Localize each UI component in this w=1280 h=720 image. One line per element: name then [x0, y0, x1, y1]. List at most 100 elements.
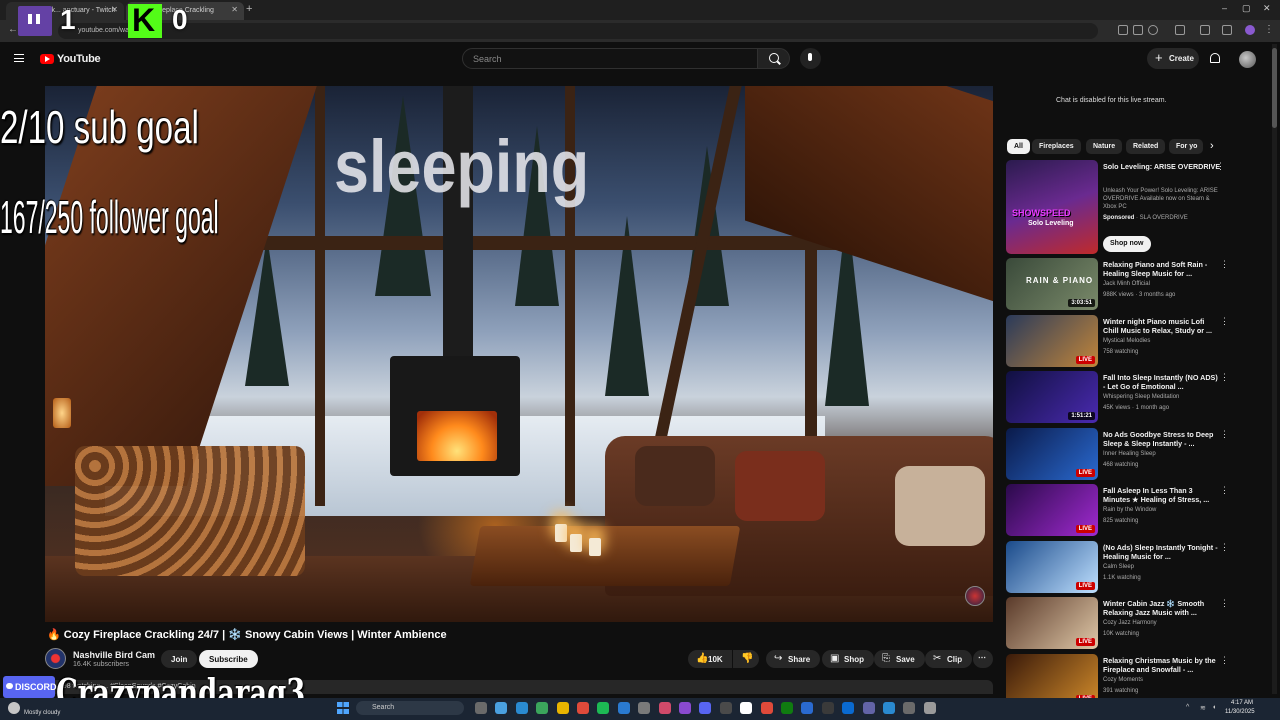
folder-icon[interactable]: [556, 702, 569, 714]
youtube-logo-icon[interactable]: [40, 54, 54, 64]
address-bar[interactable]: youtube.com/wa...FKoc...U: [58, 23, 1098, 39]
more-vertical-icon[interactable]: ⋮: [1220, 259, 1229, 270]
save-button[interactable]: ⎘ Save: [874, 650, 925, 668]
more-vertical-icon[interactable]: ⋮: [1220, 372, 1229, 383]
microphone-icon[interactable]: [800, 48, 821, 69]
app-icon[interactable]: [923, 702, 936, 714]
app-icon[interactable]: [801, 702, 814, 714]
taskbar-search[interactable]: Search: [356, 701, 464, 715]
chevron-up-icon[interactable]: ^: [1186, 704, 1189, 711]
video-title-link[interactable]: No Ads Goodbye Stress to Deep Sleep & Sl…: [1103, 430, 1221, 448]
share-button[interactable]: ↪ Share: [766, 650, 821, 668]
recommendation-item[interactable]: LIVE (No Ads) Sleep Instantly Tonight - H…: [1006, 540, 1234, 595]
sponsored-ad[interactable]: SHOWSPEED Solo Leveling Solo Leveling: A…: [1006, 160, 1234, 256]
video-title-link[interactable]: (No Ads) Sleep Instantly Tonight - Heali…: [1103, 543, 1221, 561]
vscode-icon[interactable]: [617, 702, 630, 714]
video-thumbnail[interactable]: LIVE: [1006, 314, 1098, 367]
recommendation-item[interactable]: RAIN & PIANO 3:03:51 Relaxing Piano and So…: [1006, 258, 1234, 312]
volume-icon[interactable]: ◖: [1212, 704, 1216, 711]
notifications-bell-icon[interactable]: [1210, 53, 1220, 63]
video-thumbnail[interactable]: LIVE: [1006, 540, 1098, 593]
browser-menu-icon[interactable]: ⋮: [1264, 24, 1274, 35]
recommendation-item[interactable]: LIVE No Ads Goodbye Stress to Deep Sleep …: [1006, 427, 1234, 482]
back-icon[interactable]: ←: [8, 24, 18, 35]
extension-icon[interactable]: [1118, 25, 1128, 35]
account-avatar[interactable]: [1239, 51, 1256, 68]
video-title-link[interactable]: Winter night Piano music Lofi Chill Musi…: [1103, 317, 1221, 335]
clip-button[interactable]: ✂ Clip: [925, 650, 973, 668]
filter-chip[interactable]: For yo: [1169, 139, 1203, 154]
recommendation-item[interactable]: LIVE Fall Asleep In Less Than 3 Minutes ★…: [1006, 484, 1234, 538]
more-vertical-icon[interactable]: ⋮: [1220, 598, 1229, 609]
video-thumbnail[interactable]: RAIN & PIANO 3:03:51: [1006, 258, 1098, 310]
spotify-icon[interactable]: [597, 702, 610, 714]
chrome-icon[interactable]: [536, 702, 549, 714]
more-vertical-icon[interactable]: ⋮: [1216, 161, 1225, 172]
more-vertical-icon[interactable]: ⋮: [1220, 429, 1229, 440]
page-scrollbar[interactable]: [1272, 44, 1277, 694]
xbox-icon[interactable]: [781, 702, 793, 714]
more-vertical-icon[interactable]: ⋮: [1220, 655, 1229, 666]
windows-start-icon[interactable]: [337, 702, 349, 714]
tab-close-icon[interactable]: ✕: [231, 5, 238, 14]
dislike-button[interactable]: 👎: [733, 650, 759, 668]
shop-button[interactable]: ▣ Shop: [822, 650, 874, 668]
steam-icon[interactable]: [719, 702, 732, 714]
kick-icon[interactable]: [740, 702, 753, 714]
tiktok-icon[interactable]: [658, 702, 671, 714]
search-input[interactable]: Search: [462, 48, 758, 69]
minimize-icon[interactable]: –: [1222, 3, 1227, 13]
downloads-icon[interactable]: [1222, 25, 1232, 35]
more-vertical-icon[interactable]: ⋮: [1220, 542, 1229, 553]
app-icon[interactable]: [577, 702, 589, 714]
video-thumbnail[interactable]: LIVE: [1006, 597, 1098, 649]
channel-avatar[interactable]: [45, 648, 66, 669]
ad-thumbnail[interactable]: SHOWSPEED Solo Leveling: [1006, 160, 1098, 254]
app-icon[interactable]: [679, 702, 691, 714]
app-icon[interactable]: [760, 702, 773, 714]
task-view-icon[interactable]: [475, 702, 487, 714]
app-icon[interactable]: [842, 702, 855, 714]
chevron-right-icon[interactable]: ›: [1210, 140, 1214, 152]
channel-watermark-icon[interactable]: [965, 586, 985, 606]
teams-icon[interactable]: [862, 702, 875, 714]
like-button[interactable]: 👍 10K: [688, 650, 732, 668]
subscribe-button[interactable]: Subscribe: [199, 650, 258, 668]
discord-icon[interactable]: [699, 702, 712, 714]
window-close-icon[interactable]: ✕: [1263, 3, 1271, 14]
youtube-logo-text[interactable]: YouTube: [57, 53, 101, 65]
cloud-icon[interactable]: [8, 702, 20, 714]
video-thumbnail[interactable]: LIVE: [1006, 484, 1098, 536]
filter-chip[interactable]: Related: [1126, 139, 1166, 154]
video-thumbnail[interactable]: LIVE: [1006, 427, 1098, 480]
video-title-link[interactable]: Relaxing Christmas Music by the Fireplac…: [1103, 656, 1221, 674]
more-vertical-icon[interactable]: ⋮: [1220, 485, 1229, 496]
filter-chip[interactable]: Nature: [1086, 139, 1123, 154]
ad-title[interactable]: Solo Leveling: ARISE OVERDRIVE: [1103, 162, 1221, 171]
new-tab-icon[interactable]: +: [246, 3, 252, 15]
zoom-icon[interactable]: [1133, 25, 1143, 35]
video-title-link[interactable]: Fall Into Sleep Instantly (NO ADS) - Let…: [1103, 373, 1221, 391]
app-icon[interactable]: [903, 702, 916, 714]
recommendation-item[interactable]: 1:51:21 Fall Into Sleep Instantly (NO ADS…: [1006, 371, 1234, 425]
obs-icon[interactable]: [821, 702, 834, 714]
maximize-icon[interactable]: ▢: [1242, 3, 1251, 14]
shop-now-button[interactable]: Shop now: [1103, 236, 1151, 252]
recommendation-item[interactable]: LIVE Winter Cabin Jazz ❄️ Smooth Relaxing…: [1006, 597, 1234, 651]
video-title-link[interactable]: Winter Cabin Jazz ❄️ Smooth Relaxing Jaz…: [1103, 599, 1221, 617]
more-vertical-icon[interactable]: ⋮: [1220, 316, 1229, 327]
more-actions-button[interactable]: ⋯: [973, 650, 993, 668]
join-button[interactable]: Join: [161, 650, 198, 668]
extensions-puzzle-icon[interactable]: [1175, 25, 1185, 35]
hamburger-menu-icon[interactable]: [14, 54, 24, 62]
filter-chip[interactable]: All: [1007, 139, 1030, 154]
app-icon[interactable]: [638, 702, 651, 714]
recommendation-item[interactable]: LIVE Winter night Piano music Lofi Chill …: [1006, 314, 1234, 369]
create-button[interactable]: + Create: [1147, 48, 1199, 69]
app-icon[interactable]: [883, 702, 895, 714]
wifi-icon[interactable]: ≋: [1200, 704, 1206, 712]
channel-name[interactable]: Nashville Bird Cam: [73, 650, 155, 660]
tab-close-icon[interactable]: ✕: [111, 5, 118, 14]
video-title-link[interactable]: Relaxing Piano and Soft Rain - Healing S…: [1103, 260, 1221, 278]
profile-icon[interactable]: [1245, 25, 1255, 35]
